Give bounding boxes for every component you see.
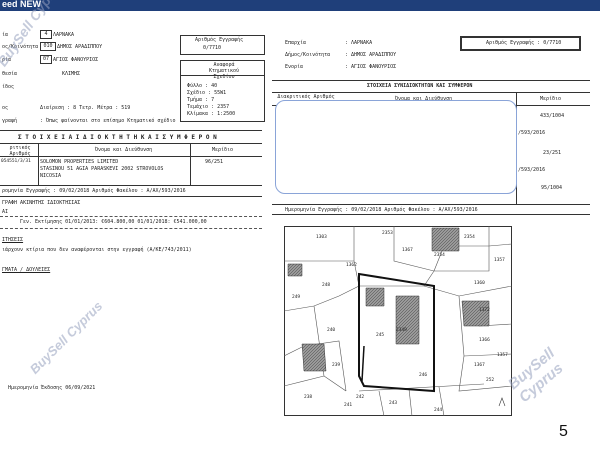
locality-value: ΚΛΙΜΗΣ — [62, 71, 81, 77]
registration-number-value: 0/7710 — [203, 45, 222, 51]
owner-header-name: Όνομα και Διεύθυνση — [95, 147, 153, 153]
parcel-label: 238 — [304, 394, 312, 400]
right-value-parish: : ΑΓΙΟΣ ΦΑΝΟΥΡΙΟΣ — [345, 64, 397, 70]
parcel-label: 240 — [327, 327, 335, 333]
notes-title: ΙΤΗΣΕΙΣ — [2, 237, 24, 243]
valuation-sub: ΑΙ — [2, 209, 9, 215]
parcel-label: 1367 — [474, 362, 485, 368]
parcel-label: 252 — [486, 377, 494, 383]
plan-sheet: Φύλλο : 40 — [187, 83, 218, 89]
right-registration-line: Ημερομηνία Εγγραφής : 09/02/2018 Αριθμός… — [285, 207, 478, 213]
owner-section-title: Σ Τ Ο Ι Χ Ε Ι Α Ι Δ Ι Ο Κ Τ Η Τ Η Κ Α Ι … — [18, 134, 217, 141]
parcel-label: 243 — [389, 400, 397, 406]
notes-line: ιάρχουν κτίρια που δεν αναφέρονται στην … — [2, 247, 192, 253]
row-label-locality: θεσία — [2, 71, 18, 77]
district-code: 4 — [40, 30, 52, 39]
parcel-label: 241 — [344, 402, 352, 408]
registration-number-label: Αριθμός Εγγραφής — [195, 37, 244, 43]
parcel-label: 2349 — [396, 327, 407, 333]
page-number: 5 — [559, 423, 568, 440]
parcel-label: 242 — [356, 394, 364, 400]
valuation-line: Γεν. Εκτίμησης 01/01/2013: €604.800,00 0… — [20, 219, 207, 225]
owner-address: STASINOU 51 AGIA PARASKEVI 2002 STROVOLO… — [40, 166, 164, 172]
parcel-label: 1360 — [474, 280, 485, 286]
right-section-title: ΣΤΟΙΧΕΙΑ ΣΥΝΙΔΙΟΚΤΗΤΩΝ ΚΑΙ ΣΥΜΦΕΡΟΝ — [367, 83, 473, 89]
right-label-parish: Ενορία — [285, 64, 304, 70]
right-file-2: /593/2016 — [518, 167, 546, 173]
municipality-value: ΔΗΜΟΣ ΑΡΑΔΙΠΠΟΥ — [57, 44, 103, 50]
parcel-label: 1303 — [316, 234, 327, 240]
parcel-label: 1357 — [497, 352, 508, 358]
right-file-1: /593/2016 — [518, 130, 546, 136]
municipality-code: 010 — [40, 42, 56, 51]
plan-reference-title: Αναφορά Κτηματικού Σχεδίου — [208, 62, 240, 80]
parcel-label: 2353 — [382, 230, 393, 236]
cadastral-map: 1303 1362 2353 1367 2354 2354 1357 1360 … — [284, 226, 512, 416]
parcel-label: 1357 — [494, 257, 505, 263]
left-registration-line: ρομηνία Εγγραφής : 09/02/2018 Αριθμός Φα… — [2, 188, 186, 194]
parcel-label: 239 — [332, 362, 340, 368]
parish-code: 07 — [40, 55, 52, 64]
top-banner: eed NEW — [0, 0, 600, 11]
watermark-bottom-right: BuySell Cyprus — [505, 344, 567, 407]
parcel-label: 245 — [376, 332, 384, 338]
parcel-label: 1366 — [479, 337, 490, 343]
parcel-label: 1372 — [479, 307, 490, 313]
parcel-label: 248 — [322, 282, 330, 288]
right-share-1: 433/1004 — [540, 113, 565, 119]
map-drawing: 1303 1362 2353 1367 2354 2354 1357 1360 … — [284, 226, 512, 416]
right-header-share: Μερίδιο — [540, 96, 562, 102]
parcel-label: 2354 — [464, 234, 475, 240]
redacted-area — [275, 100, 517, 194]
owner-share: 96/251 — [205, 159, 224, 165]
plan-reference-box: Αναφορά Κτηματικού Σχεδίου Φύλλο : 40 Σχ… — [180, 60, 265, 122]
district-value: ΛΑΡΝΑΚΑ — [53, 32, 75, 38]
issue-date: Ημερομηνία Έκδοσης 06/09/2021 — [8, 385, 96, 391]
parcel-label: 2354 — [434, 252, 445, 258]
owner-header-share: Μερίδιο — [212, 147, 234, 153]
row-label-district: ία — [2, 32, 9, 38]
parcel-label: 1367 — [402, 247, 413, 253]
right-value-district: : ΛΑΡΝΑΚΑ — [345, 40, 373, 46]
encumbrance-title: ΓΜΑΤΑ / ΔΟΥΛΕΙΕΣ — [2, 267, 51, 273]
plan-plot: Τεμάχιο : 2357 — [187, 104, 230, 110]
owner-city: NICOSIA — [40, 173, 62, 179]
row-label-description: γραφή — [2, 118, 18, 124]
parcel-label: 249 — [292, 294, 300, 300]
plan-number: Σχέδιο : 55W1 — [187, 90, 227, 96]
registration-number-box: Αριθμός Εγγραφής 0/7710 — [180, 35, 265, 55]
valuation-title: ΓΡΑΦΗ ΑΚΙΝΗΤΗΣ ΙΔΙΟΚΤΗΣΙΑΣ — [2, 200, 81, 206]
right-value-municipality: : ΔΗΜΟΣ ΑΡΑΔΙΠΠΟΥ — [345, 52, 397, 58]
plan-scale: Κλίμακα : 1:2500 — [187, 111, 236, 117]
right-share-2: 23/251 — [543, 150, 562, 156]
parcel-label: 246 — [419, 372, 427, 378]
owner-name: SOLOMON PROPERTIES LIMITED — [40, 159, 119, 165]
parcel-label: 244 — [434, 407, 442, 413]
owner-id: 054551/3/31 — [1, 159, 31, 164]
parcel-label: 1362 — [346, 262, 357, 268]
right-share-3: 95/1004 — [541, 185, 563, 191]
parish-value: ΑΓΙΟΣ ΦΑΝΟΥΡΙΟΣ — [53, 57, 99, 63]
description-value: : Όπως φαίνονται στο επίσημο Κτηματικό σ… — [40, 118, 176, 124]
right-label-municipality: Δήμος/Κοινότητα — [285, 52, 331, 58]
right-registration-label: Αριθμός Εγγραφής : 0/7710 — [486, 40, 562, 46]
row-label-extent: ος — [2, 105, 9, 111]
watermark-bottom-left: BuySell Cyprus — [26, 298, 106, 377]
right-registration-box: Αριθμός Εγγραφής : 0/7710 — [460, 36, 581, 51]
plan-section: Τμήμα : 7 — [187, 97, 215, 103]
extent-value: Διαίρεση : 8 Τετρ. Μέτρα : 519 — [40, 105, 131, 111]
right-label-district: Επαρχία — [285, 40, 307, 46]
row-label-type: ίδος — [2, 84, 15, 90]
